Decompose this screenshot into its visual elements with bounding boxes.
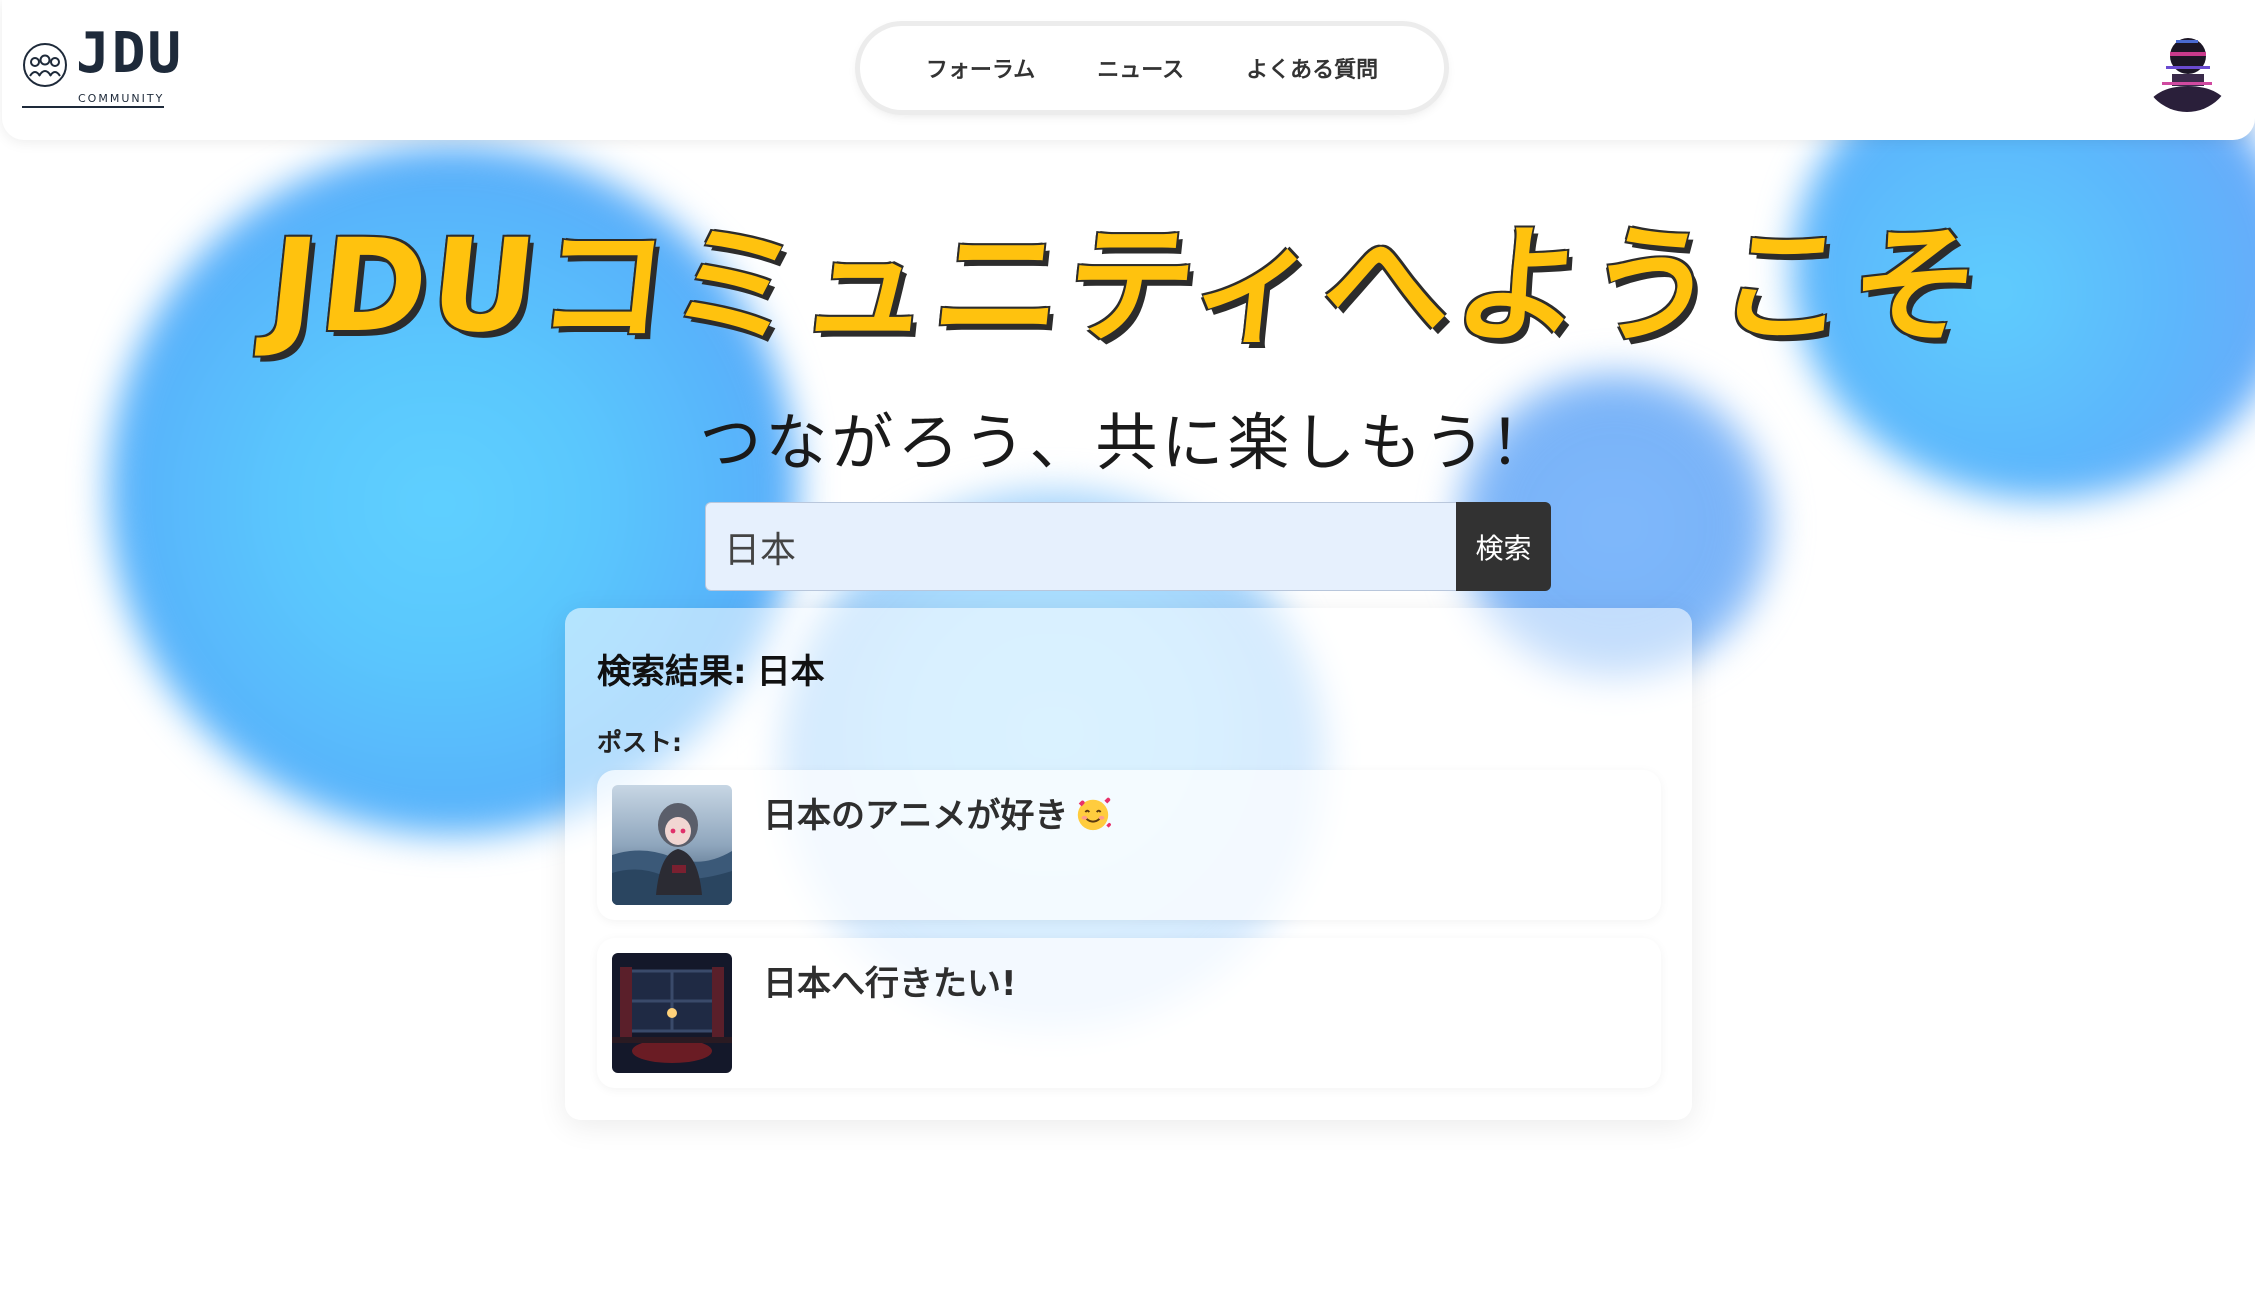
logo-underline: [22, 106, 164, 108]
hero-title: JDUコミュニティへようこそ: [261, 212, 1992, 361]
search-input[interactable]: [705, 502, 1457, 591]
search-results-panel: 検索結果: 日本 ポスト: 日本のアニメが好き 日本へ行きたい!: [565, 608, 1692, 1120]
post-title-text: 日本のアニメが好き: [763, 796, 1069, 836]
nav-news[interactable]: ニュース: [1066, 52, 1215, 84]
search-button[interactable]: 検索: [1456, 502, 1551, 591]
search-bar: 検索: [705, 502, 1551, 591]
post-title: 日本へ行きたい!: [763, 964, 1017, 1004]
post-thumbnail: [612, 785, 732, 905]
user-avatar[interactable]: [2142, 22, 2232, 112]
top-header: JDU COMMUNITY フォーラム ニュース よくある質問: [2, 0, 2255, 140]
anime-girl-thumbnail-icon: [612, 785, 732, 905]
post-title: 日本のアニメが好き: [763, 788, 1112, 837]
main-nav: フォーラム ニュース よくある質問: [860, 26, 1444, 110]
logo-subtitle: COMMUNITY: [78, 92, 165, 105]
results-section-label: ポスト:: [597, 728, 682, 757]
post-item[interactable]: 日本へ行きたい!: [597, 938, 1661, 1088]
nav-forum[interactable]: フォーラム: [895, 52, 1066, 84]
page: JDU COMMUNITY フォーラム ニュース よくある質問 JDUコミュニテ…: [0, 0, 2255, 1293]
results-heading-query: 日本: [756, 652, 825, 692]
post-item[interactable]: 日本のアニメが好き: [597, 770, 1661, 920]
smiling-face-with-hearts-icon: [1078, 797, 1112, 831]
community-logo-icon: [23, 43, 67, 87]
results-heading: 検索結果: 日本: [597, 644, 1660, 693]
user-avatar-icon: [2142, 22, 2232, 112]
nav-faq[interactable]: よくある質問: [1215, 52, 1409, 84]
site-logo[interactable]: JDU COMMUNITY: [20, 22, 181, 110]
post-thumbnail: [612, 953, 732, 1073]
logo-wordmark: JDU: [76, 21, 184, 86]
hero-subtitle: つながろう、共に楽しもう！: [699, 406, 1556, 479]
night-room-thumbnail-icon: [612, 953, 732, 1073]
results-heading-prefix: 検索結果:: [597, 652, 747, 692]
